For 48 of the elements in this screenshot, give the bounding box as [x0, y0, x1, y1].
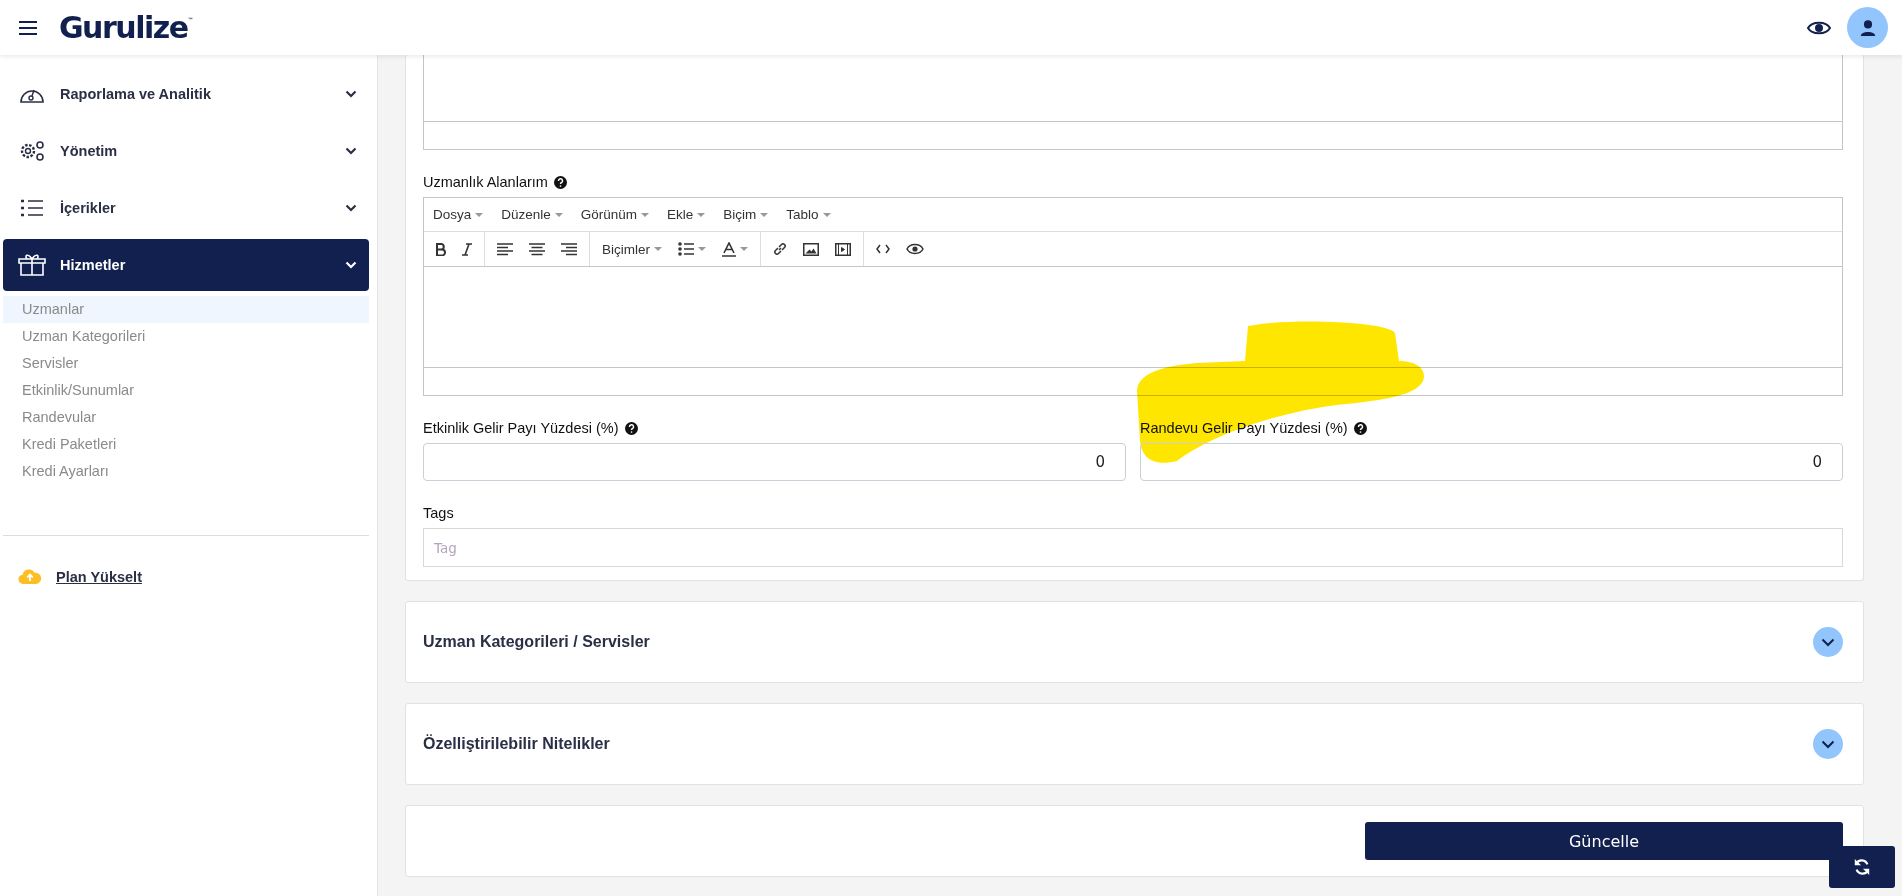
field-label: Uzmanlık Alanlarım: [423, 174, 548, 190]
nav-item[interactable]: İçerikler: [3, 182, 369, 234]
field-label: Etkinlik Gelir Payı Yüzdesi (%): [423, 420, 619, 436]
menu-item[interactable]: Dosya: [433, 207, 484, 222]
formats-dropdown[interactable]: Biçimler: [596, 241, 668, 257]
upgrade-link[interactable]: Plan Yükselt: [56, 568, 142, 585]
update-button[interactable]: Güncelle: [1365, 822, 1843, 860]
nav-item[interactable]: Yönetim: [3, 125, 369, 177]
accordion-panel[interactable]: Uzman Kategorileri / Servisler: [405, 601, 1864, 683]
submenu-item[interactable]: Etkinlik/Sunumlar: [3, 377, 369, 404]
avatar-button[interactable]: [1847, 7, 1888, 48]
menu-item[interactable]: Biçim: [723, 207, 769, 222]
chevron-icon: [1821, 739, 1835, 749]
help-icon[interactable]: [1353, 421, 1367, 435]
nav-item[interactable]: Hizmetler: [3, 239, 369, 291]
field-label: Randevu Gelir Payı Yüzdesi (%): [1140, 420, 1348, 436]
expand-button[interactable]: [1813, 627, 1843, 657]
gift-box-icon: [18, 253, 46, 277]
submenu-item[interactable]: Kredi Ayarları: [3, 458, 369, 485]
nav-item[interactable]: Raporlama ve Analitik: [3, 68, 369, 120]
gears-icon: [18, 140, 46, 162]
submenu-item[interactable]: Kredi Paketleri: [3, 431, 369, 458]
menu-item[interactable]: Tablo: [786, 207, 831, 222]
submenu-item[interactable]: Servisler: [3, 350, 369, 377]
help-icon[interactable]: [553, 175, 567, 189]
refresh-button[interactable]: [1829, 846, 1895, 888]
menu-item[interactable]: Ekle: [667, 207, 706, 222]
tag-input[interactable]: Tag: [423, 528, 1843, 567]
help-icon[interactable]: [624, 421, 638, 435]
menu-item[interactable]: Düzenle: [501, 207, 563, 222]
logo[interactable]: Gurulize$^{™}$: [59, 10, 194, 45]
accordion-panel[interactable]: Özelliştirilebilir Nitelikler: [405, 703, 1864, 785]
number-input[interactable]: 0: [1140, 443, 1843, 481]
chevron-icon: [1821, 637, 1835, 647]
accordion-title: Uzman Kategorileri / Servisler: [423, 633, 650, 651]
accordion-title: Özelliştirilebilir Nitelikler: [423, 735, 610, 753]
eye-icon[interactable]: [1807, 19, 1831, 36]
menu-item[interactable]: Görünüm: [580, 207, 650, 222]
field-label: Tags: [423, 505, 454, 521]
person-icon: [1858, 18, 1877, 37]
menu-icon[interactable]: [19, 20, 37, 35]
submenu-item[interactable]: Uzman Kategorileri: [3, 323, 369, 350]
refresh-icon: [1853, 858, 1871, 876]
number-input[interactable]: 0: [423, 443, 1126, 481]
list-icon: [18, 199, 46, 217]
submenu-item[interactable]: Randevular: [3, 404, 369, 431]
cloud-upload-icon: [18, 568, 42, 585]
expand-button[interactable]: [1813, 729, 1843, 759]
